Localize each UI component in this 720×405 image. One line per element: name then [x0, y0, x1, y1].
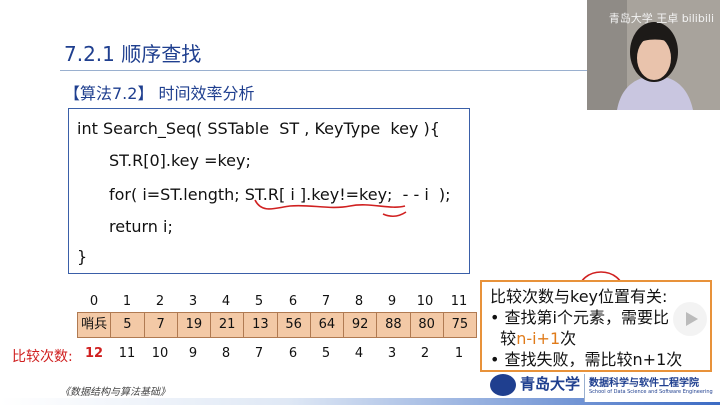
algorithm-heading: 【算法7.2】 时间效率分析	[64, 84, 255, 103]
note-line-2: • 查找第i个元素，需要比	[490, 308, 669, 327]
index-label: 9	[387, 294, 397, 309]
code-line-3: for( i=ST.length; ST.R[ i ].key!=key; - …	[109, 185, 451, 204]
index-label: 7	[321, 294, 331, 309]
presenter-video: 青岛大学 王卓 bilibili	[587, 0, 720, 110]
play-icon[interactable]	[673, 302, 707, 336]
array-cell: 56	[278, 313, 311, 337]
array-cell: 21	[211, 313, 245, 337]
course-name: 《数据结构与算法基础》	[60, 387, 170, 398]
university-emblem-icon	[490, 374, 516, 396]
index-label: 6	[288, 294, 298, 309]
code-block: int Search_Seq( SSTable ST , KeyType key…	[68, 108, 470, 274]
compare-count: 12	[84, 346, 104, 361]
array-cell: 13	[244, 313, 278, 337]
index-label: 5	[254, 294, 264, 309]
index-label: 1	[122, 294, 132, 309]
index-label: 0	[89, 294, 99, 309]
array-cell: 80	[411, 313, 444, 337]
array-cell: 88	[377, 313, 411, 337]
compare-count: 6	[288, 346, 298, 361]
compare-count: 7	[254, 346, 264, 361]
code-line-2: ST.R[0].key =key;	[109, 151, 251, 170]
index-label: 11	[450, 294, 468, 309]
title-divider	[60, 70, 625, 71]
university-logo: 青岛大学	[490, 373, 580, 403]
compare-count: 2	[420, 346, 430, 361]
note-highlight: n-i+1	[516, 329, 561, 348]
compare-count: 11	[118, 346, 136, 361]
compare-count: 3	[387, 346, 397, 361]
compare-count: 1	[454, 346, 464, 361]
index-label: 10	[416, 294, 434, 309]
array-cell: 7	[145, 313, 178, 337]
array-cell: 75	[451, 317, 469, 332]
compare-count: 8	[221, 346, 231, 361]
array-cell-sentinel: 哨兵	[78, 313, 112, 337]
index-label: 8	[354, 294, 364, 309]
note-line-3: 较n-i+1次	[490, 328, 702, 349]
compare-count: 10	[151, 346, 169, 361]
compare-count: 4	[354, 346, 364, 361]
compare-count: 9	[188, 346, 198, 361]
array-cell: 19	[178, 313, 211, 337]
video-watermark: 青岛大学 王卓 bilibili	[608, 12, 714, 25]
compare-count-label: 比较次数:	[12, 349, 73, 365]
note-line-3-suffix: 次	[560, 329, 577, 348]
university-name: 青岛大学	[520, 375, 581, 393]
school-logo: 数据科学与软件工程学院 School of Data Science and S…	[584, 374, 720, 402]
array-cell: 64	[311, 313, 344, 337]
array-cell: 5	[111, 313, 145, 337]
array-row: 哨兵 5 7 19 21 13 56 64 92 88 80 75	[77, 312, 477, 338]
array-cell: 92	[344, 313, 378, 337]
compare-count: 5	[321, 346, 331, 361]
code-line-4: return i;	[109, 217, 173, 236]
note-line-1: 比较次数与key位置有关:	[490, 287, 668, 306]
code-line-1: int Search_Seq( SSTable ST , KeyType key…	[77, 119, 440, 138]
school-name-cn: 数据科学与软件工程学院	[589, 378, 699, 389]
index-label: 2	[155, 294, 165, 309]
school-name-en: School of Data Science and Software Engi…	[589, 389, 713, 395]
index-label: 3	[188, 294, 198, 309]
note-line-3-prefix: 较	[500, 329, 517, 348]
note-line-4: • 查找失败，需比较n+1次	[490, 350, 683, 369]
index-label: 4	[221, 294, 231, 309]
slide-title: 7.2.1 顺序查找	[64, 42, 202, 66]
code-line-5: }	[77, 247, 88, 266]
